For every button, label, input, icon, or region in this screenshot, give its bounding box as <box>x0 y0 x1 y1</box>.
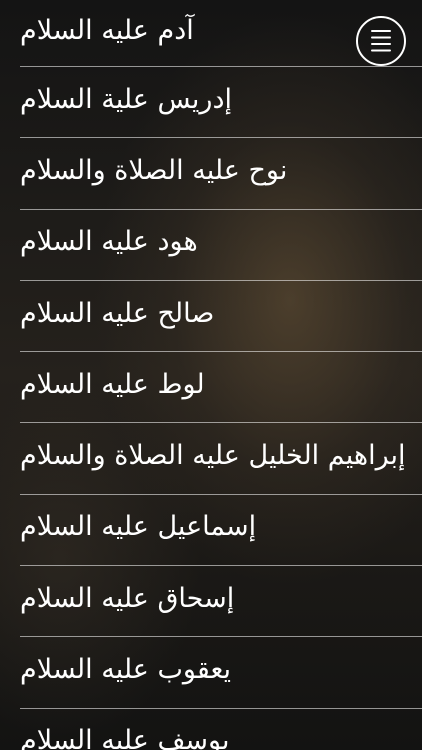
list-item[interactable]: لوط عليه السلام <box>20 352 422 424</box>
list-item-label: يوسف عليه السلام <box>20 725 230 750</box>
prophets-list: آدم عليه السلام إدريس علية السلام نوح عل… <box>0 0 422 750</box>
list-item[interactable]: إسماعيل عليه السلام <box>20 495 422 567</box>
hamburger-menu-icon <box>371 30 391 52</box>
list-item[interactable]: هود عليه السلام <box>20 210 422 281</box>
list-item-label: صالح عليه السلام <box>20 297 215 329</box>
list-item[interactable]: يوسف عليه السلام <box>20 709 422 750</box>
list-item-label: إدريس علية السلام <box>20 83 232 115</box>
list-item[interactable]: يعقوب عليه السلام <box>20 637 422 709</box>
list-item-label: هود عليه السلام <box>20 226 198 258</box>
list-item[interactable]: إبراهيم الخليل عليه الصلاة والسلام <box>20 423 422 495</box>
list-item-label: يعقوب عليه السلام <box>20 654 232 686</box>
list-item[interactable]: صالح عليه السلام <box>20 281 422 353</box>
list-item-label: آدم عليه السلام <box>20 14 194 46</box>
list-item[interactable]: إدريس علية السلام <box>20 67 422 139</box>
list-item-label: إسحاق عليه السلام <box>20 582 235 614</box>
list-item[interactable]: نوح عليه الصلاة والسلام <box>20 138 422 210</box>
list-item[interactable]: إسحاق عليه السلام <box>20 566 422 638</box>
list-item-label: إسماعيل عليه السلام <box>20 511 257 543</box>
list-item-label: نوح عليه الصلاة والسلام <box>20 154 288 186</box>
list-item-label: إبراهيم الخليل عليه الصلاة والسلام <box>20 440 406 472</box>
menu-button[interactable] <box>356 16 406 66</box>
list-item-label: لوط عليه السلام <box>20 368 205 400</box>
